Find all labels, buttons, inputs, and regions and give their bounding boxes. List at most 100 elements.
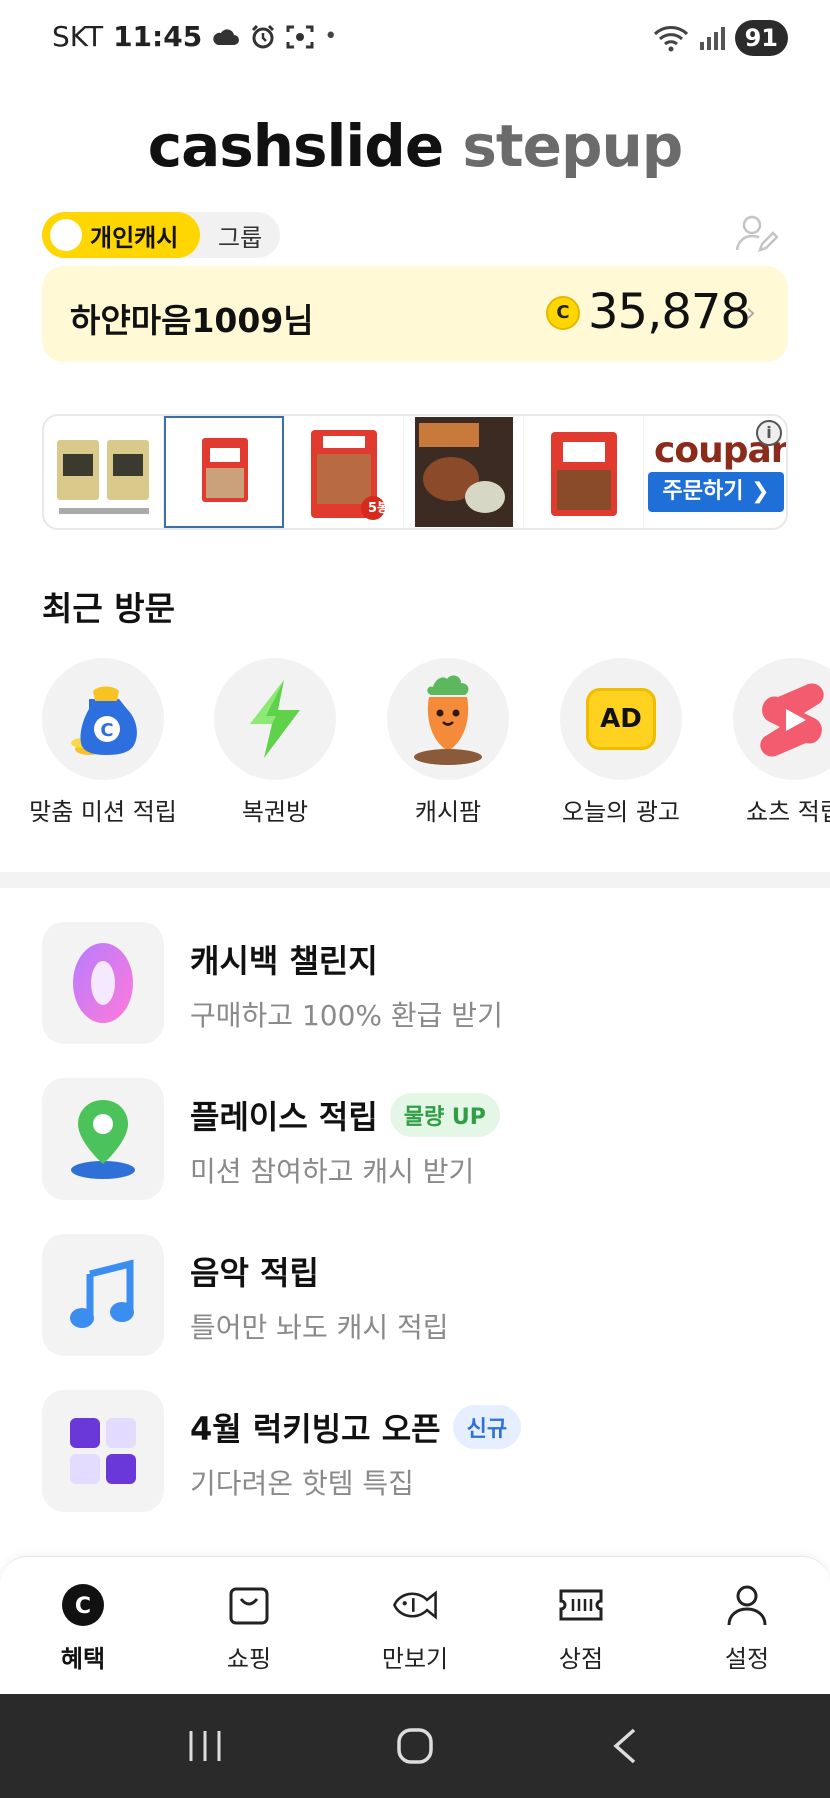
ad-product-thumb[interactable] (164, 416, 284, 528)
coupang-ad-banner[interactable]: 5봉 coupang 주문하기 ❯ i (42, 414, 788, 530)
ticket-icon (557, 1581, 605, 1629)
ad-product-thumb[interactable] (44, 416, 164, 528)
nav-store[interactable]: 상점 (498, 1557, 664, 1694)
ad-info-icon[interactable]: i (756, 420, 782, 446)
home-icon[interactable] (385, 1716, 445, 1776)
recent-item-today-ad[interactable]: AD 오늘의 광고 (531, 658, 711, 827)
product-image (56, 440, 149, 514)
alarm-icon (252, 24, 275, 48)
list-item-icon-wrap (42, 1234, 164, 1356)
recent-item-cashfarm[interactable]: 캐시팜 (358, 658, 538, 827)
recent-item-label: 오늘의 광고 (561, 798, 681, 826)
logo-cashslide: cashslide (147, 112, 444, 180)
person-icon (723, 1581, 771, 1629)
list-item-music-reward[interactable]: 음악 적립 틀어만 놔도 캐시 적립 (42, 1234, 802, 1356)
bingo-grid-icon (70, 1418, 136, 1484)
list-item-subtitle: 구매하고 100% 환급 받기 (190, 999, 503, 1032)
logo-stepup: stepup (462, 112, 683, 180)
recent-apps-icon[interactable] (175, 1716, 235, 1776)
recent-visits-title: 최근 방문 (42, 589, 175, 628)
recent-item-lottery[interactable]: 복권방 (185, 658, 365, 827)
volume-up-badge: 물량 UP (389, 1093, 500, 1137)
battery-indicator: 91 (734, 20, 788, 56)
carrier-label: SKT (52, 20, 104, 53)
list-item-subtitle: 틀어만 놔도 캐시 적립 (190, 1311, 449, 1344)
product-image (201, 438, 248, 502)
ad-product-thumb[interactable]: 5봉 (284, 416, 404, 528)
list-item-icon-wrap (42, 1078, 164, 1200)
nav-settings[interactable]: 설정 (664, 1557, 830, 1694)
list-item-title: 음악 적립 (190, 1254, 319, 1292)
svg-text:C: C (75, 1594, 91, 1619)
new-badge: 신규 (452, 1405, 522, 1449)
location-pin-icon (71, 1100, 135, 1179)
screenshot-icon (286, 25, 314, 48)
bottom-navigation: C 혜택 쇼핑 만보기 상점 설정 (0, 1556, 830, 1694)
nav-shopping[interactable]: 쇼핑 (166, 1557, 332, 1694)
nav-label: 만보기 (381, 1645, 449, 1673)
recent-item-label: 캐시팜 (414, 798, 482, 826)
balance-amount: 35,878 (588, 284, 751, 340)
toggle-group[interactable]: 그룹 (200, 218, 262, 253)
music-note-icon (70, 1259, 134, 1328)
list-item-title: 캐시백 챌린지 (190, 942, 378, 980)
list-item-cashback-challenge[interactable]: 캐시백 챌린지 구매하고 100% 환급 받기 (42, 922, 802, 1044)
coupang-section[interactable]: coupang 주문하기 ❯ i (644, 416, 786, 528)
toggle-knob (50, 219, 82, 251)
recent-item-icon-wrap: C (42, 658, 164, 780)
nav-benefits[interactable]: C 혜택 (0, 1557, 166, 1694)
system-navigation-bar (0, 1694, 830, 1798)
app-logo: cashslide stepup (0, 112, 830, 180)
list-item-icon-wrap (42, 1390, 164, 1512)
user-name: 하얀마음1009님 (70, 301, 314, 340)
nav-label: 상점 (558, 1645, 604, 1673)
recent-item-icon-wrap (214, 658, 336, 780)
chevron-right-icon: › (745, 298, 756, 328)
balance-card[interactable]: 하얀마음1009님 C 35,878 › (42, 266, 788, 362)
product-image (550, 432, 617, 516)
recent-item-shorts[interactable]: 쇼츠 적립 (704, 658, 830, 827)
section-divider (0, 872, 830, 888)
money-bag-icon: C (71, 686, 137, 755)
dot-icon: • (324, 24, 338, 49)
lightning-icon (250, 680, 300, 758)
list-item-lucky-bingo[interactable]: 4월 럭키빙고 오픈 신규 기다려온 핫템 특집 (42, 1390, 802, 1512)
svg-text:C: C (100, 720, 113, 741)
toggle-personal-cash[interactable]: 개인캐시 (42, 212, 200, 258)
wifi-icon (653, 26, 688, 52)
signal-icon (699, 27, 725, 50)
toggle-personal-label: 개인캐시 (90, 223, 179, 252)
status-bar: SKT 11:45 • 91 (0, 0, 830, 80)
clock: 11:45 (113, 20, 203, 53)
cloud-icon (213, 28, 240, 45)
recent-item-label: 맞춤 미션 적립 (29, 798, 177, 826)
list-item-title: 플레이스 적립 물량 UP (190, 1092, 500, 1138)
shorts-icon (760, 683, 824, 757)
recent-item-icon-wrap (387, 658, 509, 780)
back-icon[interactable] (595, 1716, 655, 1776)
list-item-title: 4월 럭키빙고 오픈 신규 (190, 1404, 522, 1450)
nav-label: 설정 (724, 1645, 770, 1673)
recent-item-icon-wrap: AD (560, 658, 682, 780)
profile-edit-icon[interactable] (734, 212, 778, 256)
ad-product-thumb[interactable] (404, 416, 524, 528)
zero-icon (73, 943, 133, 1023)
nav-pedometer[interactable]: 만보기 (332, 1557, 498, 1694)
list-item-subtitle: 미션 참여하고 캐시 받기 (190, 1155, 475, 1188)
cash-coin-icon: C (546, 296, 580, 330)
product-image (414, 417, 513, 527)
fish-icon (391, 1581, 439, 1629)
ad-product-thumb[interactable] (524, 416, 644, 528)
list-item-icon-wrap (42, 922, 164, 1044)
shopping-bag-icon (225, 1581, 273, 1629)
carrot-icon (414, 675, 482, 765)
recent-item-custom-mission[interactable]: C 맞춤 미션 적립 (13, 658, 193, 827)
recent-item-label: 복권방 (241, 798, 309, 826)
nav-label: 쇼핑 (226, 1645, 272, 1673)
ad-thumb-badge: 5봉 (367, 501, 389, 516)
cash-coin-icon: C (59, 1581, 107, 1629)
ad-icon: AD (586, 688, 656, 750)
list-item-place-reward[interactable]: 플레이스 적립 물량 UP 미션 참여하고 캐시 받기 (42, 1078, 802, 1200)
account-type-toggle[interactable]: 개인캐시 그룹 (42, 212, 280, 258)
coupang-order-button[interactable]: 주문하기 ❯ (648, 472, 784, 512)
